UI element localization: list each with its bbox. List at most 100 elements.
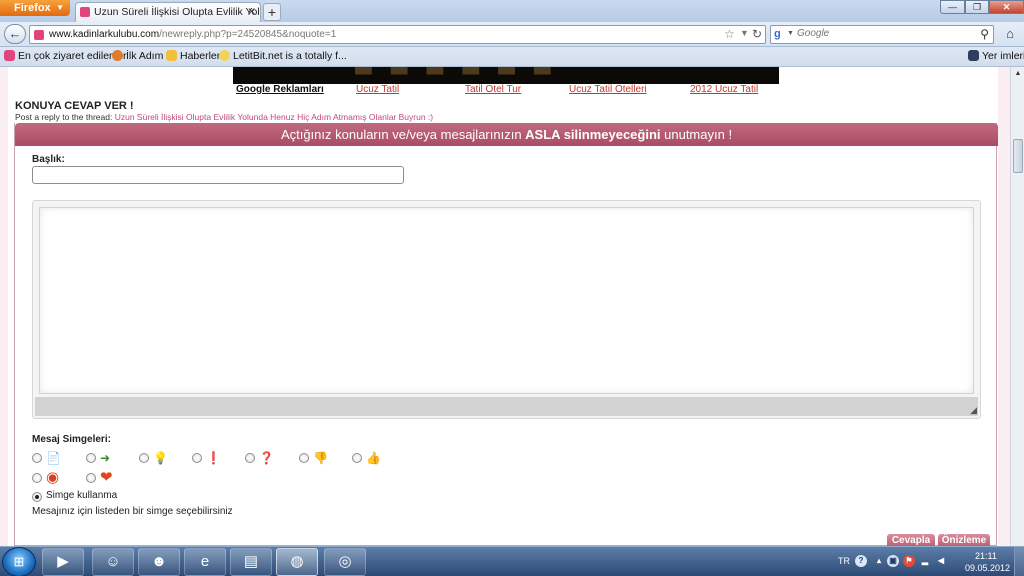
close-tab-icon[interactable]: ✕ [247, 3, 256, 21]
firefox-taskbar-icon[interactable]: ◍ [276, 548, 318, 576]
thread-link[interactable]: Uzun Süreli İlişkisi Olupta Evlilik Yolu… [115, 112, 433, 122]
radio-button-selected[interactable] [32, 492, 42, 502]
preview-button[interactable]: Önizleme [938, 534, 990, 546]
search-bar[interactable]: g ▼ ⚲ [770, 25, 994, 44]
clock-date[interactable]: 09.05.2012 [965, 563, 1010, 573]
bookmark-most-visited[interactable]: En çok ziyaret edilenler [4, 50, 127, 62]
radio-button[interactable] [299, 453, 309, 463]
reply-form-panel: Açtığınız konuların ve/veya mesajlarınız… [14, 123, 998, 546]
no-icon-label: Simge kullanma [46, 490, 118, 501]
action-center-icon[interactable]: ⚑ [903, 555, 915, 567]
back-button[interactable]: ← [4, 24, 26, 44]
exclamation-icon: ❗ [206, 451, 221, 465]
title-input[interactable] [32, 166, 404, 184]
icon-option-heart[interactable]: ❤ [86, 470, 126, 486]
url-text[interactable]: www.kadinlarkulubu.com/newreply.php?p=24… [49, 29, 336, 40]
favicon-icon [4, 50, 15, 61]
system-tray: TR ? ▴ ▣ ⚑ ▂ ◀ 21:11 09.05.2012 [835, 547, 1024, 576]
icon-option-question[interactable]: ❓ [245, 450, 285, 466]
search-icon[interactable]: ⚲ [980, 27, 989, 41]
radio-button[interactable] [192, 453, 202, 463]
bookmarks-icon [968, 50, 979, 61]
bookmark-first-step[interactable]: İlk Adım [112, 50, 163, 62]
scroll-up-icon[interactable]: ▲ [1011, 67, 1024, 81]
messenger-icon[interactable]: ☺ [92, 548, 134, 576]
icon-option-thumbs-up[interactable]: 👍 [352, 450, 392, 466]
icon-option-thumbs-down[interactable]: 👎 [299, 450, 339, 466]
chevron-down-icon: ▼ [56, 3, 64, 12]
icon-option-document[interactable]: 📄 [32, 450, 72, 466]
tab-active[interactable]: Uzun Süreli İlişkisi Olupta Evlilik Yolu… [75, 2, 261, 22]
ad-link[interactable]: Ucuz Tatil Otelleri [569, 84, 647, 95]
resize-grip-icon[interactable]: ◢ [970, 405, 977, 416]
lightbulb-icon: 💡 [153, 451, 168, 465]
bookmark-letitbit[interactable]: LetitBit.net is a totally f... [219, 50, 347, 62]
file-explorer-icon[interactable]: ▤ [230, 548, 272, 576]
network-icon[interactable]: ▣ [887, 555, 899, 567]
home-button[interactable]: ⌂ [999, 25, 1021, 44]
editor-status-bar [35, 397, 978, 416]
subtitle-prefix: Post a reply to the thread: [15, 112, 113, 122]
banner-graphic: ▬ ▬ ▬ ▬ ▬ ▬ [353, 67, 557, 82]
minimize-button[interactable]: — [940, 0, 965, 14]
radio-button[interactable] [139, 453, 149, 463]
bookmarks-toolbar: En çok ziyaret edilenler İlk Adım Haberl… [0, 47, 1024, 67]
bookmark-news[interactable]: Haberler [166, 50, 220, 62]
start-button[interactable]: ⊞ [2, 547, 36, 576]
history-dropdown-icon[interactable]: ▼ [740, 28, 749, 38]
radio-button[interactable] [352, 453, 362, 463]
icon-option-arrow[interactable]: ➜ [86, 450, 126, 466]
icon-option-lifebuoy[interactable]: ◉ [32, 470, 72, 486]
maximize-button[interactable]: ❐ [965, 0, 989, 14]
ad-link[interactable]: Ucuz Tatil [356, 84, 399, 95]
clock-time[interactable]: 21:11 [975, 551, 997, 561]
icons-hint: Mesajınız için listeden bir simge seçebi… [32, 506, 233, 517]
search-engine-dropdown-icon[interactable]: ▼ [787, 30, 794, 37]
language-indicator[interactable]: TR [838, 556, 850, 566]
radio-button[interactable] [32, 453, 42, 463]
volume-icon[interactable]: ◀ [935, 555, 947, 567]
warning-text: Açtığınız konuların ve/veya mesajlarınız… [280, 127, 526, 142]
expand-tray-icon[interactable]: ▴ [873, 555, 885, 567]
radio-button[interactable] [86, 473, 96, 483]
bookmarks-menu[interactable]: Yer imleri [968, 50, 1024, 62]
other-app-icon[interactable]: ◎ [324, 548, 366, 576]
smiley-icon [219, 50, 230, 61]
icon-option-none[interactable]: Simge kullanma [32, 489, 152, 505]
radio-button[interactable] [245, 453, 255, 463]
warning-bold-text: ASLA silinmeyeceğini [525, 127, 661, 142]
banner-image[interactable]: ▬ ▬ ▬ ▬ ▬ ▬ [233, 67, 779, 84]
message-textarea[interactable] [39, 207, 974, 394]
game-icon[interactable]: ☻ [138, 548, 180, 576]
ad-link[interactable]: Tatil Otel Tur [465, 84, 521, 95]
help-icon[interactable]: ? [855, 555, 867, 567]
thumbs-down-icon: 👎 [313, 451, 328, 465]
windows-media-player-icon[interactable]: ▶ [42, 548, 84, 576]
lifebuoy-icon: ◉ [46, 469, 60, 486]
new-tab-button[interactable]: + [263, 3, 281, 21]
icon-option-lightbulb[interactable]: 💡 [139, 450, 179, 466]
radio-button[interactable] [86, 453, 96, 463]
bookmark-star-icon[interactable]: ☆ [724, 27, 735, 41]
thumbs-up-icon: 👍 [366, 451, 381, 465]
internet-explorer-icon[interactable]: e [184, 548, 226, 576]
vertical-scrollbar[interactable]: ▲ [1010, 67, 1024, 546]
ad-title[interactable]: Google Reklamları [236, 84, 324, 95]
icon-option-exclamation[interactable]: ❗ [192, 450, 232, 466]
ad-link[interactable]: 2012 Ucuz Tatil [690, 84, 758, 95]
show-desktop-button[interactable] [1014, 547, 1024, 576]
close-window-button[interactable]: ✕ [989, 0, 1024, 14]
reload-icon[interactable]: ↻ [752, 27, 762, 41]
submit-reply-button[interactable]: Cevapla [887, 534, 935, 546]
radio-button[interactable] [32, 473, 42, 483]
ad-links-bar: Google Reklamları Ucuz Tatil Tatil Otel … [236, 84, 776, 96]
search-input[interactable] [797, 28, 967, 39]
url-bar[interactable]: www.kadinlarkulubu.com/newreply.php?p=24… [29, 25, 766, 44]
google-icon[interactable]: g [774, 28, 781, 40]
warning-text-end: unutmayın ! [660, 127, 733, 142]
firefox-menu-button[interactable]: Firefox ▼ [0, 0, 70, 16]
signal-icon[interactable]: ▂ [919, 555, 931, 567]
scrollbar-thumb[interactable] [1013, 139, 1023, 173]
page-content: ▬ ▬ ▬ ▬ ▬ ▬ Google Reklamları Ucuz Tatil… [0, 67, 1010, 546]
firefox-icon [112, 50, 123, 61]
